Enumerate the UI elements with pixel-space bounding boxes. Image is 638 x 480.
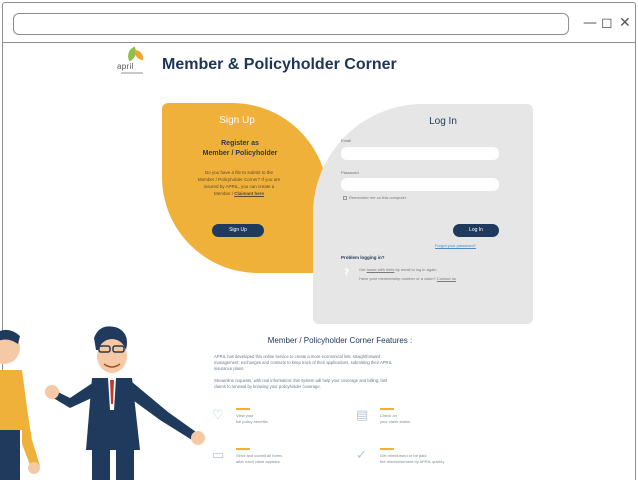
signup-text-line4: Member / Claimant here bbox=[176, 190, 302, 197]
signup-title: Sign Up bbox=[219, 115, 255, 126]
signup-text-line1: Do you have a file to submit to the bbox=[204, 170, 274, 175]
features-paragraph-1: APRIL has developed this online service … bbox=[214, 354, 476, 372]
business-people-illustration bbox=[0, 326, 205, 480]
feature-accent-bar bbox=[236, 448, 250, 450]
feature-line2: full policy benefits bbox=[236, 419, 268, 424]
problem-line-2: Have your membership number or a claim? … bbox=[359, 276, 456, 281]
remember-checkbox[interactable] bbox=[343, 195, 347, 200]
para2-line2: claims to renewal by knowing your policy… bbox=[214, 384, 321, 389]
page-title: Member & Policyholder Corner bbox=[162, 56, 397, 73]
problem-line1-prefix: Get bbox=[359, 267, 366, 272]
check-circle-icon: ✓ bbox=[356, 448, 367, 463]
problem-line2-prefix: Have your membership number or a claim? bbox=[359, 276, 437, 281]
signup-subtitle-line2: Member / Policyholder bbox=[202, 150, 278, 157]
signup-inline-link[interactable]: Claimant here bbox=[234, 191, 264, 196]
login-title: Log In bbox=[429, 116, 457, 127]
feature-line2: the reimbursement by APRIL quickly bbox=[380, 459, 445, 464]
password-field[interactable] bbox=[341, 178, 499, 191]
window-chrome: — ◻ ✕ bbox=[3, 3, 635, 43]
features-title: Member / Policyholder Corner Features : bbox=[267, 336, 413, 345]
minimize-icon[interactable]: — bbox=[583, 15, 597, 31]
signup-text-line3: insured by APRIL, you can create a bbox=[203, 184, 275, 189]
feature-line1: Get reimbursed or be paid bbox=[380, 453, 427, 458]
feature-accent-bar bbox=[380, 408, 394, 410]
feature-line1: Send and submit all forms bbox=[236, 453, 283, 458]
signup-description: Do you have a file to submit to the Memb… bbox=[176, 169, 302, 197]
email-field[interactable] bbox=[341, 147, 499, 160]
feature-line1: Check on bbox=[380, 413, 397, 418]
problem-line1-suffix: by email to log in again. bbox=[395, 267, 438, 272]
april-logo: april bbox=[115, 46, 149, 78]
person-right bbox=[45, 326, 205, 480]
remember-me[interactable]: Remember me on this computer bbox=[343, 195, 406, 200]
features-paragraph-2: Streamline requests, with real informati… bbox=[214, 378, 476, 390]
forgot-password-link[interactable]: Forgot your password? bbox=[435, 243, 476, 248]
para1-line3: insurance plans. bbox=[214, 366, 245, 371]
address-bar[interactable] bbox=[13, 13, 569, 35]
signup-button[interactable]: Sign Up bbox=[212, 224, 264, 237]
login-button[interactable]: Log In bbox=[453, 224, 499, 237]
signup-text-line2: Member / Policyholder Corner? If you are bbox=[197, 177, 281, 182]
document-icon: ▤ bbox=[356, 408, 369, 423]
feature-line2: after each claim appears bbox=[236, 459, 280, 464]
feature-line1: View your bbox=[236, 413, 254, 418]
feature-accent-bar bbox=[236, 408, 250, 410]
problem-line-1: Get home with hints by email to log in a… bbox=[359, 267, 438, 272]
login-panel: Log In Email Password Remember me on thi… bbox=[313, 104, 533, 324]
info-icon: ? bbox=[344, 268, 350, 278]
signup-subtitle: Register as Member / Policyholder bbox=[180, 139, 300, 159]
logo-underline bbox=[121, 72, 143, 74]
remember-label: Remember me on this computer bbox=[349, 195, 407, 200]
contact-us-link[interactable]: Contact us bbox=[437, 276, 456, 281]
logo-leaf-orange bbox=[135, 50, 143, 60]
close-icon[interactable]: ✕ bbox=[619, 15, 631, 31]
problems-title: Problem logging in? bbox=[341, 255, 385, 260]
password-label: Password bbox=[341, 170, 359, 175]
signup-subtitle-line1: Register as bbox=[221, 140, 259, 147]
maximize-icon[interactable]: ◻ bbox=[601, 15, 613, 31]
person-left bbox=[0, 330, 40, 480]
feature-accent-bar bbox=[380, 448, 394, 450]
signup-text-line4-prefix: Member / bbox=[213, 191, 233, 196]
problem-line1-link[interactable]: home with hints bbox=[367, 267, 395, 272]
email-label: Email bbox=[341, 138, 352, 143]
feature-line2: your claim status bbox=[380, 419, 411, 424]
logo-word: april bbox=[117, 62, 134, 71]
